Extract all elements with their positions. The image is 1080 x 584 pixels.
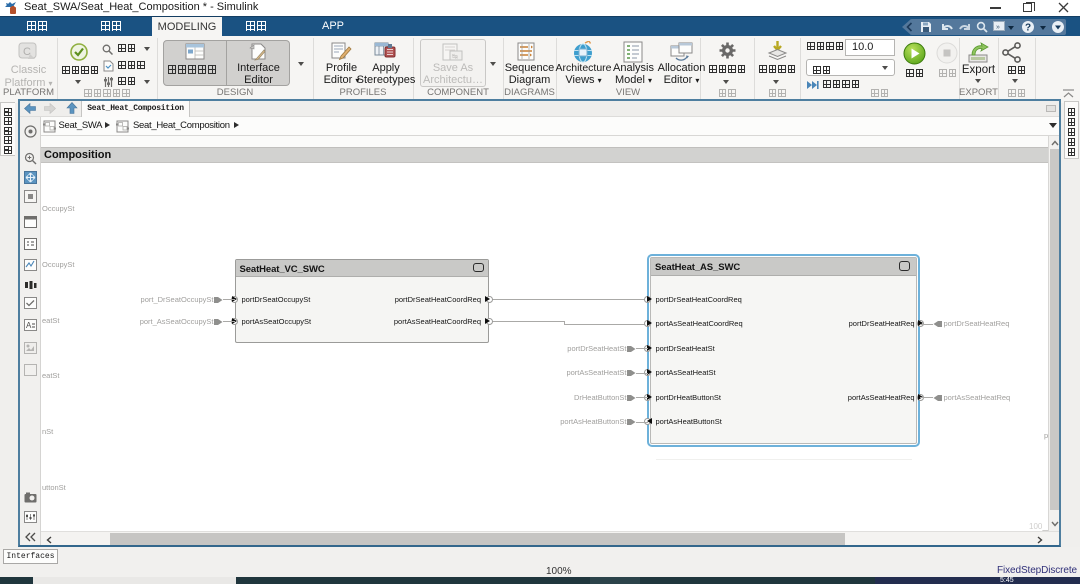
svg-text:?: ? (1025, 23, 1031, 34)
svg-text:»: » (996, 24, 1000, 31)
svg-text:A: A (26, 321, 32, 330)
svg-text:↹: ↹ (452, 54, 458, 61)
